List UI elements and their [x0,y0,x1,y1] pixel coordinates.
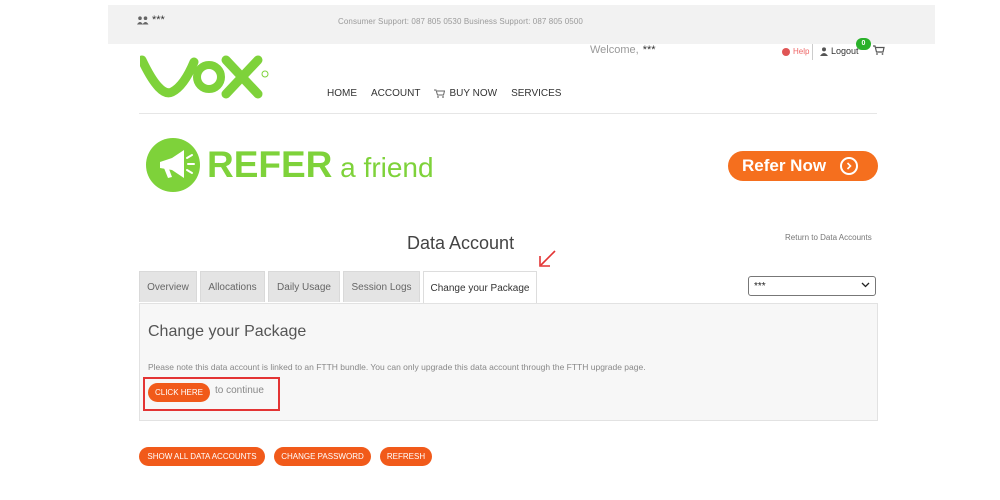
cart-icon [873,45,885,55]
nav-services[interactable]: SERVICES [511,88,561,99]
annotation-arrow-icon [539,250,556,267]
panel-heading: Change your Package [148,323,307,340]
main-nav: HOME ACCOUNT BUY NOW SERVICES [327,88,561,99]
nav-buy-now[interactable]: BUY NOW [434,88,497,99]
chevron-down-icon [861,280,870,291]
top-bar: *** Consumer Support: 087 805 0530 Busin… [108,5,935,44]
refer-rest: a friend [332,152,434,183]
tab-overview[interactable]: Overview [139,271,197,302]
refer-now-label: Refer Now [742,156,827,175]
return-to-data-accounts-link[interactable]: Return to Data Accounts [785,233,872,242]
page-title: Data Account [407,233,515,253]
account-actions: SHOW ALL DATA ACCOUNTS CHANGE PASSWORD R… [139,447,432,466]
logout-link[interactable]: Logout [820,46,859,56]
data-account-select-value: *** [754,280,766,292]
users-icon [137,16,149,25]
divider [812,44,813,60]
tab-session-logs[interactable]: Session Logs [343,271,420,302]
click-here-button[interactable]: CLICK HERE [148,383,210,402]
nav-home[interactable]: HOME [327,88,357,99]
ftth-notice: Please note this data account is linked … [148,362,646,372]
nav-account[interactable]: ACCOUNT [371,88,420,99]
cart-button[interactable]: 0 [856,38,886,60]
nav-buy-now-label: BUY NOW [449,88,498,99]
topbar-user: *** [137,14,165,26]
data-account-select[interactable]: *** [748,276,876,296]
cart-icon [434,89,446,98]
refer-bold: REFER [207,144,333,185]
header-divider [139,113,877,114]
help-icon [782,47,790,56]
help-link[interactable]: Help [782,47,809,56]
change-password-button[interactable]: CHANGE PASSWORD [274,447,371,466]
tab-allocations[interactable]: Allocations [200,271,265,302]
refer-a-friend-title: REFER a friend [207,144,434,186]
megaphone-icon [146,138,200,192]
help-label: Help [793,47,810,56]
cart-count-badge: 0 [856,38,871,50]
topbar-username: *** [152,14,165,26]
tab-daily-usage[interactable]: Daily Usage [268,271,340,302]
continue-text: to continue [215,385,264,396]
chevron-right-icon [840,157,859,175]
support-numbers: Consumer Support: 087 805 0530 Business … [338,17,583,26]
user-icon [820,46,828,56]
welcome-user: *** [642,44,656,56]
account-tabs: Overview Allocations Daily Usage Session… [139,271,537,304]
welcome-message: Welcome, *** [590,44,656,56]
logout-label: Logout [831,46,859,56]
refresh-button[interactable]: REFRESH [380,447,432,466]
tab-change-your-package[interactable]: Change your Package [423,271,537,304]
vox-logo[interactable] [137,50,270,100]
refer-now-button[interactable]: Refer Now [728,151,878,181]
welcome-label: Welcome, [590,44,639,56]
show-all-data-accounts-button[interactable]: SHOW ALL DATA ACCOUNTS [139,447,265,466]
